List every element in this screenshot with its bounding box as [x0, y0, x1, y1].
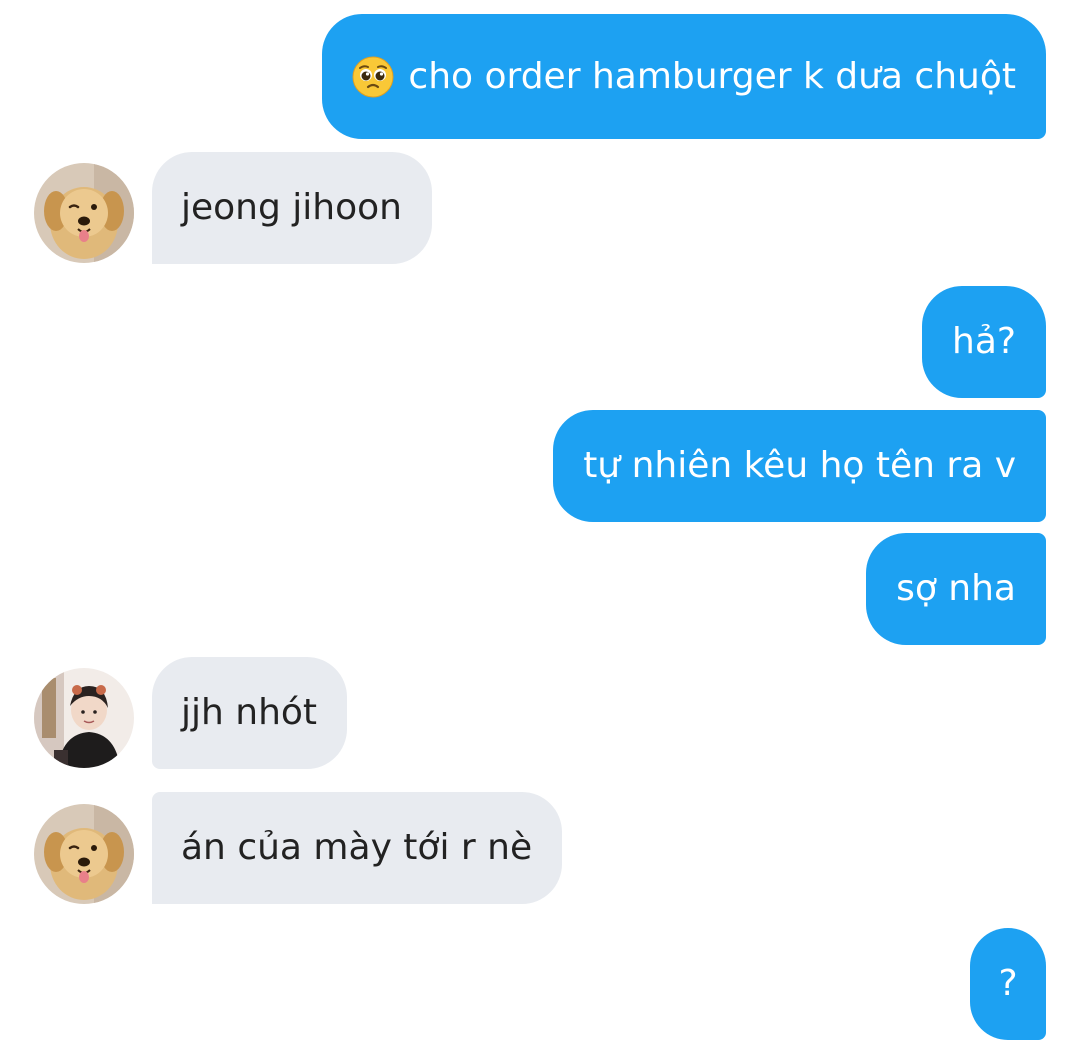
person-avatar[interactable] [34, 668, 134, 768]
message-bubble-outgoing[interactable]: ? [970, 928, 1046, 1040]
message-text: jeong jihoon [181, 187, 402, 228]
message-text: jjh nhót [181, 692, 318, 733]
message-bubble-incoming[interactable]: jjh nhót [152, 657, 348, 769]
message-bubble-outgoing[interactable]: tự nhiên kêu họ tên ra v [553, 410, 1046, 522]
message-bubble-outgoing[interactable]: hả? [922, 286, 1046, 398]
message-text: ? [998, 963, 1018, 1004]
message-bubble-incoming[interactable]: án của mày tới r nè [152, 792, 563, 904]
message-bubble-outgoing[interactable]: sợ nha [866, 533, 1046, 645]
message-text: sợ nha [896, 568, 1016, 609]
dog-avatar[interactable] [34, 163, 134, 263]
chat-thread: cho order hamburger k dưa chuột jeong ji… [0, 0, 1080, 1040]
message-text: cho order hamburger k dưa chuột [408, 55, 1016, 97]
message-text: hả? [952, 321, 1016, 362]
pleading-face-icon [352, 56, 394, 98]
message-bubble-incoming[interactable]: jeong jihoon [152, 152, 432, 264]
message-text: án của mày tới r nè [181, 827, 533, 868]
message-text: tự nhiên kêu họ tên ra v [583, 445, 1016, 486]
dog-avatar[interactable] [34, 804, 134, 904]
message-bubble-outgoing[interactable]: cho order hamburger k dưa chuột [322, 14, 1046, 139]
